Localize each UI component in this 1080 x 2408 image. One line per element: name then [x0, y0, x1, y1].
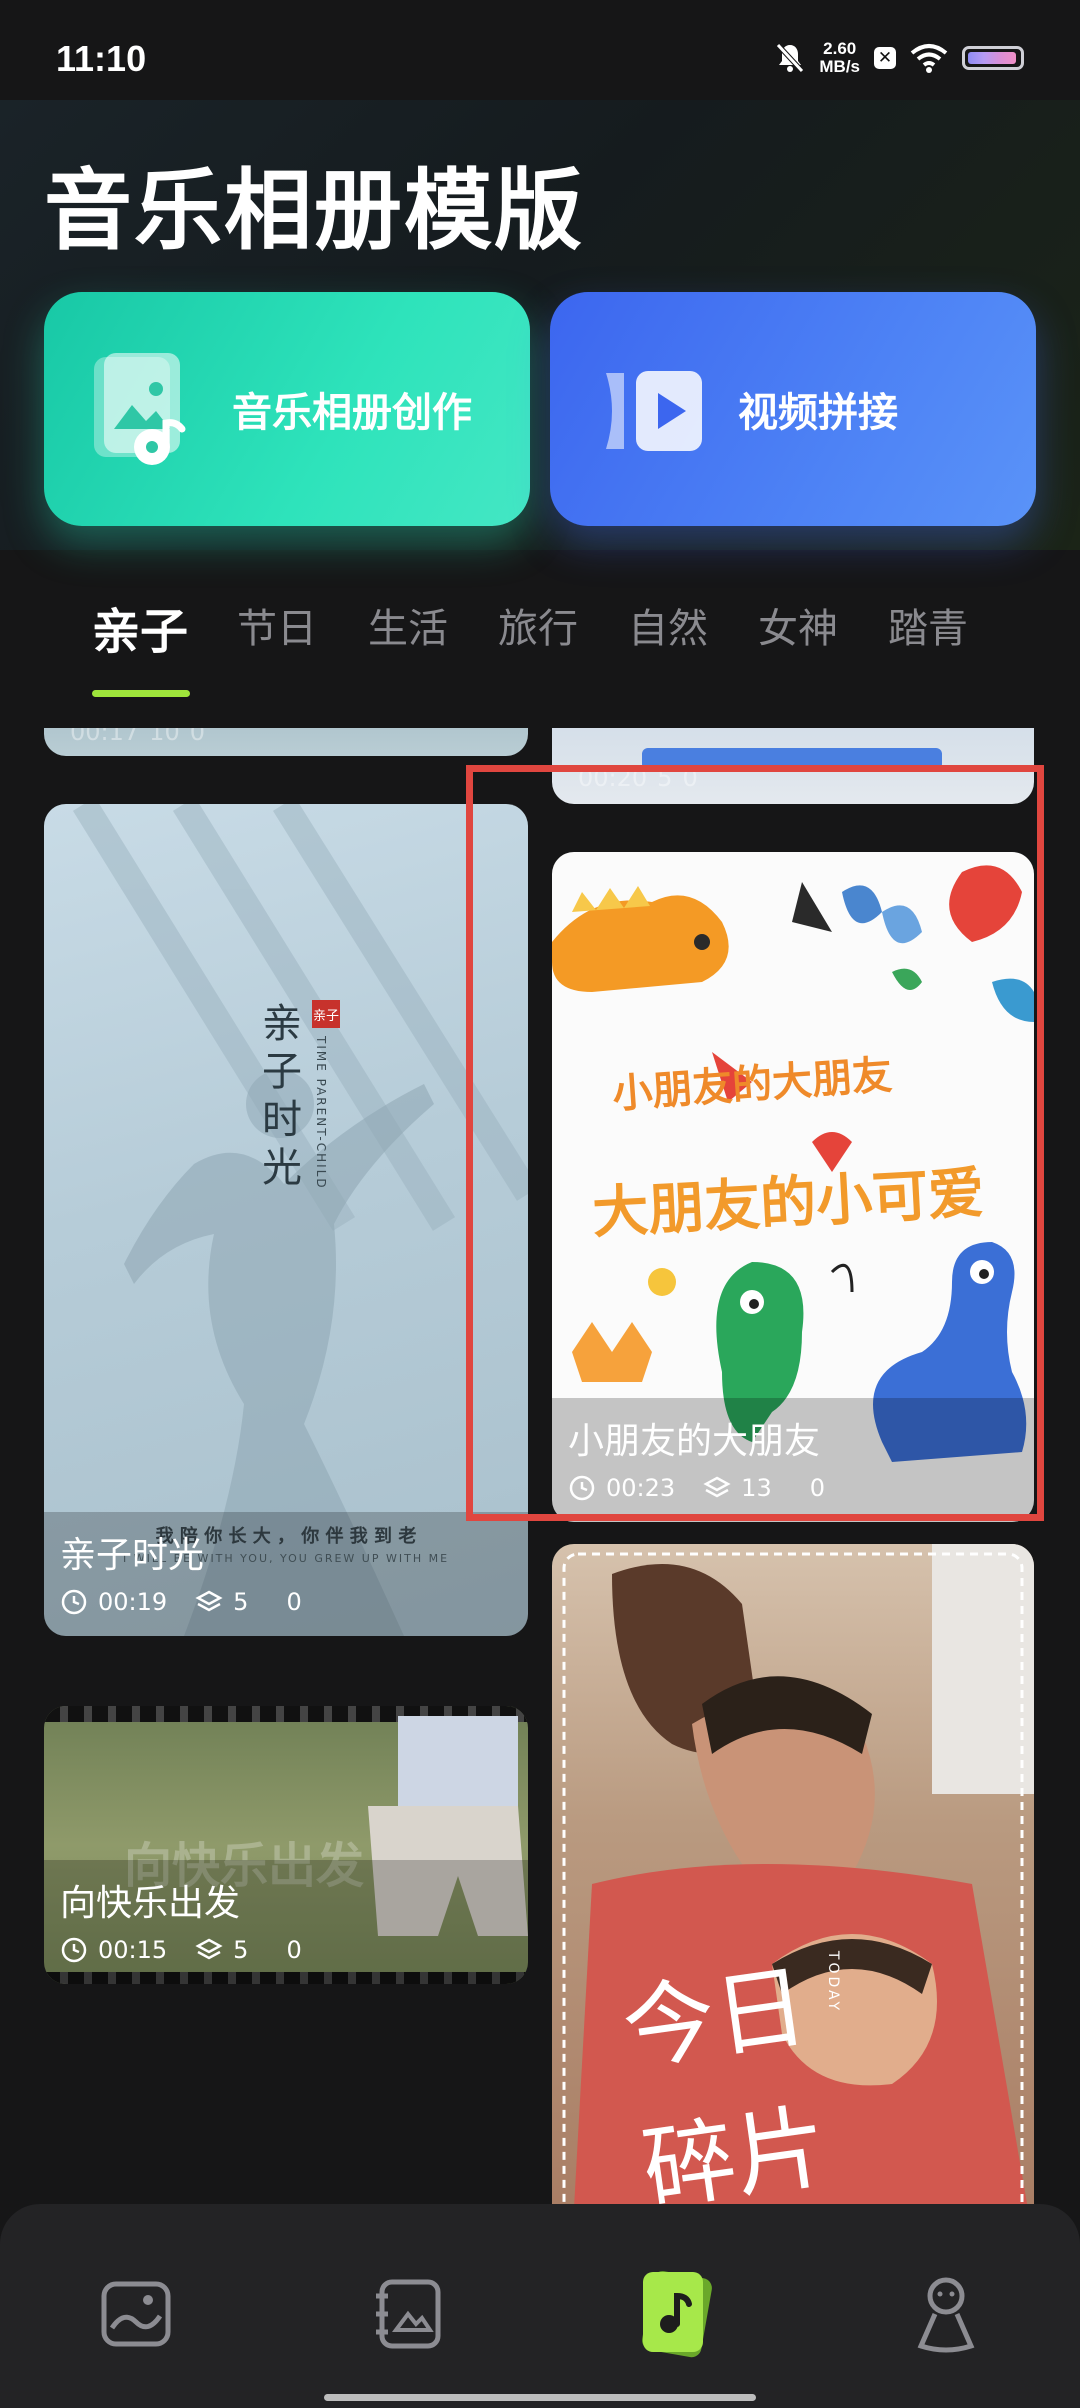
wifi-icon	[910, 44, 948, 73]
video-splice-icon	[606, 371, 702, 451]
tile-count: 0	[189, 728, 205, 746]
video-splice-button[interactable]: 视频拼接	[550, 292, 1036, 526]
tab-travel[interactable]: 旅行	[498, 596, 578, 654]
tile-count: 0	[682, 764, 698, 792]
tile-count: 0	[286, 1936, 302, 1964]
tab-nature[interactable]: 自然	[628, 596, 708, 654]
clock-icon	[569, 1475, 595, 1501]
status-bar: 11:10 2.60 MB/s ✕	[0, 0, 1080, 100]
tile-layers: 5	[233, 1588, 249, 1616]
clock-icon	[61, 1589, 87, 1615]
tile-duration: 00:20	[578, 764, 648, 792]
status-time: 11:10	[56, 38, 147, 79]
tile-duration: 00:23	[606, 1474, 676, 1502]
video-splice-label: 视频拼接	[738, 390, 898, 436]
tab-parent-child[interactable]: 亲子	[92, 592, 188, 662]
tile-meta: 00:23 13 0	[568, 1474, 1016, 1502]
tile-meta: 00:17 10 0	[70, 728, 205, 746]
template-tile-parent-child-time[interactable]: 亲子时光 亲子 TIME PARENT-CHILD 我 陪 你 长 大 ， 你 …	[44, 804, 528, 1636]
layers-icon	[195, 1590, 223, 1612]
profile-icon	[917, 2277, 975, 2353]
tile-count: 0	[809, 1474, 825, 1502]
tile-duration: 00:17	[70, 728, 140, 746]
music-album-create-label: 音乐相册创作	[232, 390, 472, 436]
tile-art-tag: TODAY	[825, 1950, 842, 2014]
template-tile-today-fragments[interactable]: TODAY 今日 碎片	[552, 1544, 1034, 2204]
battery-icon	[962, 46, 1024, 70]
tile-meta: 00:19 5 0	[60, 1588, 510, 1616]
tile-duration: 00:15	[98, 1936, 168, 1964]
status-icons: 2.60 MB/s ✕	[775, 40, 1024, 76]
tile-layers: 5	[657, 764, 673, 792]
tile-title: 亲子时光	[60, 1535, 205, 1576]
template-feed[interactable]: 00:17 10 0 00:20 5 0 亲子时光 亲子 TIME PARENT…	[0, 728, 1080, 2204]
tile-meta: 00:15 5 0	[60, 1936, 510, 1964]
template-tile-partial-left[interactable]: 00:17 10 0	[44, 728, 528, 756]
tile-caption: 亲子时光 00:19 5 0	[44, 1512, 528, 1636]
tile-layers: 5	[233, 1936, 249, 1964]
tile-art-tag: TIME PARENT-CHILD	[314, 1036, 328, 1190]
active-tab-indicator	[92, 690, 190, 697]
tab-life[interactable]: 生活	[368, 596, 448, 654]
tile-art-seal: 亲子	[312, 1000, 340, 1028]
tile-caption: 向快乐出发 00:15 5 0	[44, 1860, 528, 1984]
nav-gallery[interactable]	[86, 2264, 186, 2364]
tab-spring-outing[interactable]: 踏青	[888, 596, 968, 654]
speed-value: 2.60	[823, 39, 857, 58]
network-speed: 2.60 MB/s	[819, 40, 860, 76]
speed-unit: MB/s	[819, 57, 860, 76]
music-album-icon	[642, 2271, 712, 2358]
template-tile-partial-right[interactable]: 00:20 5 0	[552, 728, 1034, 804]
nav-album[interactable]	[358, 2264, 458, 2364]
bottom-navigation	[0, 2204, 1080, 2408]
home-indicator[interactable]	[324, 2394, 756, 2401]
tile-title: 小朋友的大朋友	[568, 1421, 821, 1462]
page-title: 音乐相册模版	[44, 159, 585, 262]
template-tile-towards-happiness[interactable]: 向快乐出发 向快乐出发 00:15 5 0	[44, 1706, 528, 1984]
clock-icon	[61, 1937, 87, 1963]
gallery-icon	[101, 2281, 171, 2347]
tile-caption: 小朋友的大朋友 00:23 13 0	[552, 1398, 1034, 1522]
nav-music-album[interactable]	[626, 2264, 726, 2364]
layers-icon	[703, 1476, 731, 1498]
nav-profile[interactable]	[896, 2264, 996, 2364]
tile-title: 向快乐出发	[60, 1883, 241, 1924]
mute-bell-icon	[776, 43, 805, 73]
template-tile-little-friends[interactable]: 小朋友的大朋友 大朋友的小可爱 小朋友的大朋友 00:23 13 0	[552, 852, 1034, 1522]
tile-meta: 00:20 5 0	[578, 764, 698, 792]
tile-layers: 13	[741, 1474, 772, 1502]
tab-goddess[interactable]: 女神	[758, 596, 838, 654]
music-album-icon	[94, 353, 186, 465]
tile-layers: 10	[149, 728, 180, 746]
layers-icon	[195, 1938, 223, 1960]
tab-festival[interactable]: 节日	[237, 596, 317, 654]
music-album-create-button[interactable]: 音乐相册创作	[44, 292, 530, 526]
tile-duration: 00:19	[98, 1588, 168, 1616]
battery-level	[968, 52, 1016, 64]
album-icon	[376, 2279, 441, 2349]
tile-art-big1: 今日	[616, 1952, 814, 2085]
tile-count: 0	[286, 1588, 302, 1616]
tile-art-heading: 亲子时光	[262, 1001, 302, 1191]
notification-x-icon: ✕	[874, 47, 896, 69]
